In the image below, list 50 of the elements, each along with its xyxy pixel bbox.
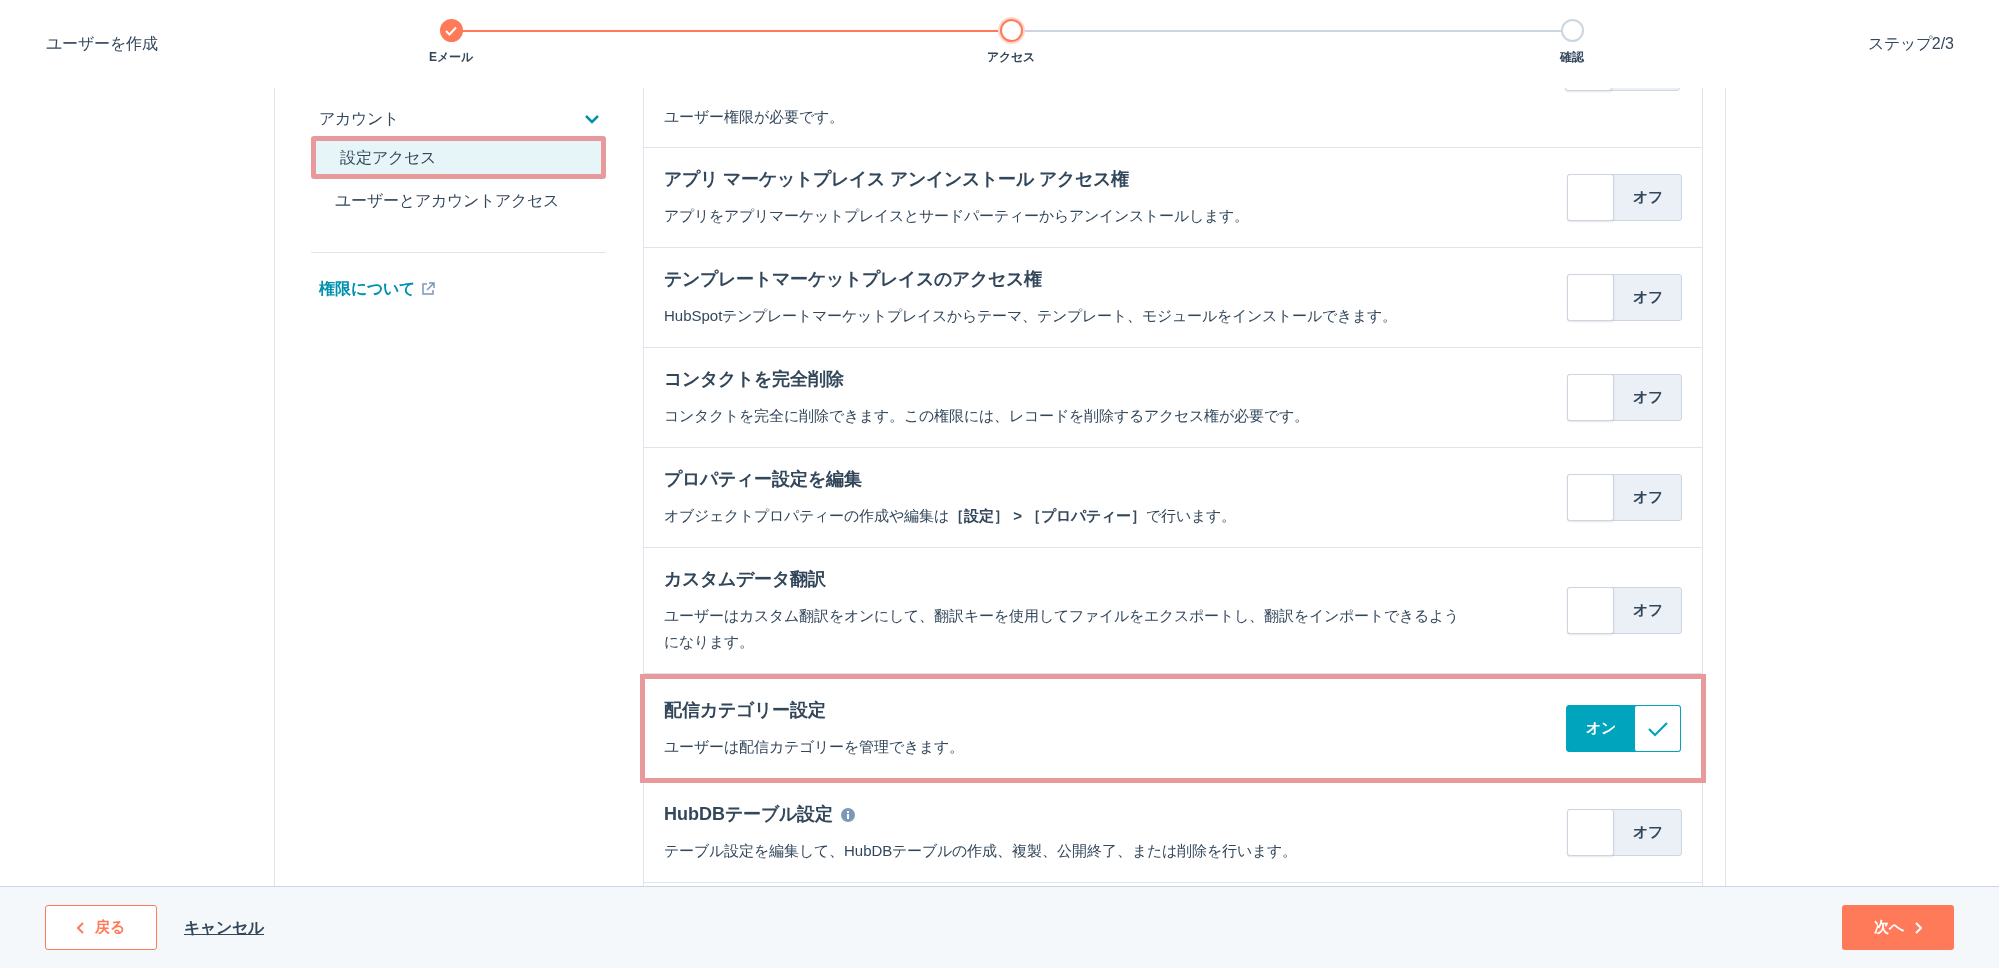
sidebar-item[interactable]: ユーザーとアカウントアクセス bbox=[311, 179, 606, 222]
toggle-switch[interactable]: オフ bbox=[1567, 809, 1682, 856]
external-link-icon bbox=[421, 282, 435, 296]
check-icon bbox=[1646, 719, 1669, 738]
chevron-icon bbox=[584, 114, 600, 124]
toggle-label: オフ bbox=[1631, 287, 1664, 308]
permission-description: HubSpotテンプレートマーケットプレイスからテーマ、テンプレート、モジュールをインストールできます。 bbox=[664, 306, 1399, 326]
toggle-label: オフ bbox=[1631, 600, 1664, 621]
cancel-link[interactable]: キャンセル bbox=[184, 915, 264, 940]
step-counter: ステップ2/3 bbox=[1867, 34, 1954, 54]
permission-description: ユーザーは配信カテゴリーを管理できます。 bbox=[664, 737, 965, 757]
step-label: アクセス bbox=[987, 49, 1035, 66]
permission-title: コンタクトを完全削除 bbox=[664, 368, 844, 391]
permission-title: テンプレートマーケットプレイスのアクセス権 bbox=[664, 268, 1042, 291]
toggle-switch[interactable]: オフ bbox=[1567, 587, 1682, 634]
toggle-switch[interactable]: オフ bbox=[1567, 474, 1682, 521]
toggle-label: オフ bbox=[1631, 187, 1664, 208]
toggle-label: オフ bbox=[1631, 487, 1664, 508]
permissions-link[interactable]: 権限について bbox=[319, 277, 435, 301]
permission-title: アプリ マーケットプレイス アンインストール アクセス権 bbox=[664, 168, 1129, 191]
toggle-knob bbox=[1567, 374, 1614, 421]
permission-title: カスタムデータ翻訳 bbox=[664, 568, 826, 591]
toggle-switch[interactable]: オフ bbox=[1567, 174, 1682, 221]
step-label: Eメール bbox=[429, 49, 473, 66]
toggle-knob bbox=[1567, 587, 1614, 634]
toggle-label: オフ bbox=[1631, 822, 1664, 843]
toggle-label: オン bbox=[1584, 718, 1617, 739]
toggle-knob bbox=[1567, 174, 1614, 221]
permission-description: コンタクトを完全に削除できます。この権限には、レコードを削除するアクセス権が必要です。 bbox=[664, 406, 1310, 426]
permission-description: ユーザー権限が必要です。 bbox=[664, 107, 844, 127]
toggle-label: オフ bbox=[1631, 387, 1664, 408]
toggle-switch[interactable]: オフ bbox=[1567, 374, 1682, 421]
toggle-knob bbox=[1567, 474, 1614, 521]
step-label: 確認 bbox=[1560, 49, 1584, 66]
toggle-knob bbox=[1567, 809, 1614, 856]
toggle-switch[interactable]: オフ bbox=[1567, 274, 1682, 321]
permission-title: プロパティー設定を編集 bbox=[664, 468, 862, 491]
permission-description: オブジェクトプロパティーの作成や編集は［設定］ > ［プロパティー］で行います。 bbox=[664, 506, 1238, 526]
check-icon bbox=[445, 25, 457, 36]
toggle-knob bbox=[1567, 274, 1614, 321]
page-title: ユーザーを作成 bbox=[46, 34, 158, 54]
permission-description: テーブル設定を編集して、HubDBテーブルの作成、複製、公開終了、または削除を行います。 bbox=[664, 841, 1299, 861]
permission-description: ユーザーはカスタム翻訳をオンにして、翻訳キーを使用してファイルをエクスポートし、翻訳をインポートできるようになります。 bbox=[664, 606, 1460, 652]
chevron-right-icon bbox=[1914, 921, 1922, 934]
sidebar-group[interactable]: アカウント bbox=[311, 104, 606, 134]
chevron-left-icon bbox=[77, 921, 85, 934]
permission-description: アプリをアプリマーケットプレイスとサードパーティーからアンインストールします。 bbox=[664, 206, 1250, 226]
permission-title: 配信カテゴリー設定 bbox=[664, 699, 826, 722]
sidebar-item[interactable]: 設定アクセス bbox=[311, 136, 606, 179]
permission-title: HubDBテーブル設定 bbox=[664, 803, 833, 826]
